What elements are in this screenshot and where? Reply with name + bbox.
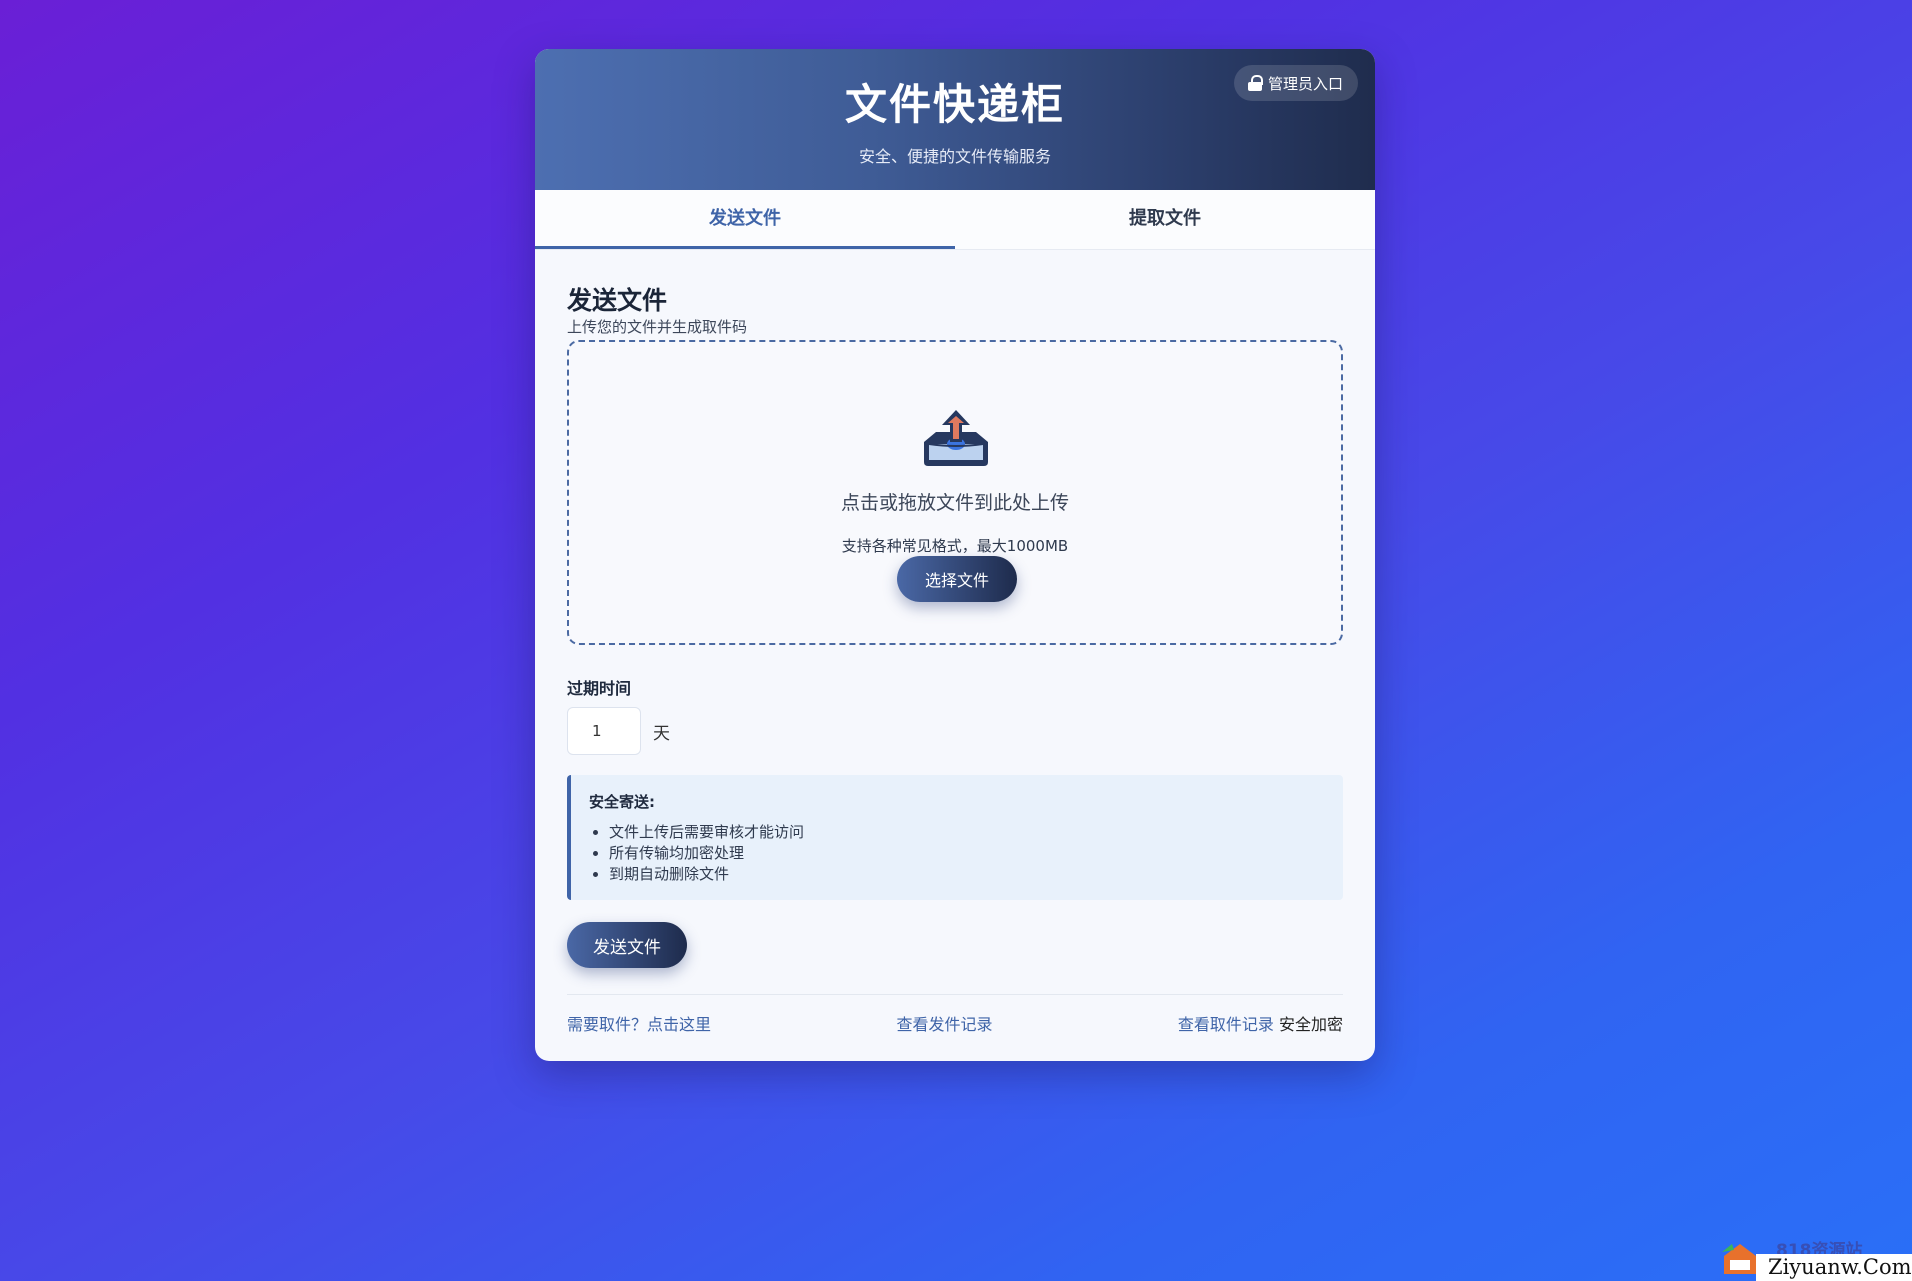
admin-entry-button[interactable]: 管理员入口 [1233,65,1358,101]
page-subtitle: 安全、便捷的文件传输服务 [858,147,1051,166]
tab-bar: 发送文件 提取文件 [535,190,1375,250]
list-item: 所有传输均加密处理 [609,843,1323,864]
send-panel: 发送文件 上传您的文件并生成取件码 点击或拖放文件到此处上传 支持各种常见格式，… [535,250,1375,1035]
list-item: 文件上传后需要审核才能访问 [609,822,1323,843]
expire-unit: 天 [653,723,670,744]
footer-links: 需要取件？点击这里 查看发件记录 查看取件记录 安全加密 [567,994,1343,1035]
lock-icon [1247,75,1263,91]
watermark-logo-icon [1722,1244,1756,1274]
admin-entry-label: 管理员入口 [1267,74,1343,93]
footer-right: 查看取件记录 安全加密 [1178,1011,1343,1035]
list-item: 到期自动删除文件 [609,864,1323,885]
watermark-bottom-text: Ziyuanw.Com [1756,1254,1912,1281]
pickup-link[interactable]: 需要取件？点击这里 [567,1011,711,1035]
tab-send-file[interactable]: 发送文件 [535,190,955,249]
header: 文件快递柜 安全、便捷的文件传输服务 管理员入口 [535,49,1375,190]
send-records-link[interactable]: 查看发件记录 [896,1011,992,1035]
choose-file-button[interactable]: 选择文件 [897,556,1017,602]
send-file-button[interactable]: 发送文件 [567,922,687,968]
section-description: 上传您的文件并生成取件码 [567,318,748,336]
file-dropzone[interactable]: 点击或拖放文件到此处上传 支持各种常见格式，最大1000MB 选择文件 [567,340,1343,645]
notice-title: 安全寄送: [589,793,655,811]
security-note: 安全加密 [1278,1015,1343,1034]
dropzone-text: 点击或拖放文件到此处上传 [840,492,1069,514]
pickup-records-link[interactable]: 查看取件记录 [1178,1015,1274,1034]
dropzone-hint: 支持各种常见格式，最大1000MB [841,537,1069,555]
expire-label: 过期时间 [567,679,632,698]
section-title: 发送文件 [567,286,668,315]
site-watermark: 818资源站 Ziyuanw.Com [1712,1228,1912,1281]
tab-pickup-file[interactable]: 提取文件 [955,190,1375,249]
expire-days-input[interactable] [567,707,641,755]
expire-row: 天 [567,707,1343,755]
upload-tray-icon [924,410,988,466]
security-notice: 安全寄送: 文件上传后需要审核才能访问 所有传输均加密处理 到期自动删除文件 [567,775,1343,900]
file-locker-card: 文件快递柜 安全、便捷的文件传输服务 管理员入口 发送文件 提取文件 发送文件 … [535,49,1375,1061]
notice-list: 文件上传后需要审核才能访问 所有传输均加密处理 到期自动删除文件 [589,822,1323,885]
